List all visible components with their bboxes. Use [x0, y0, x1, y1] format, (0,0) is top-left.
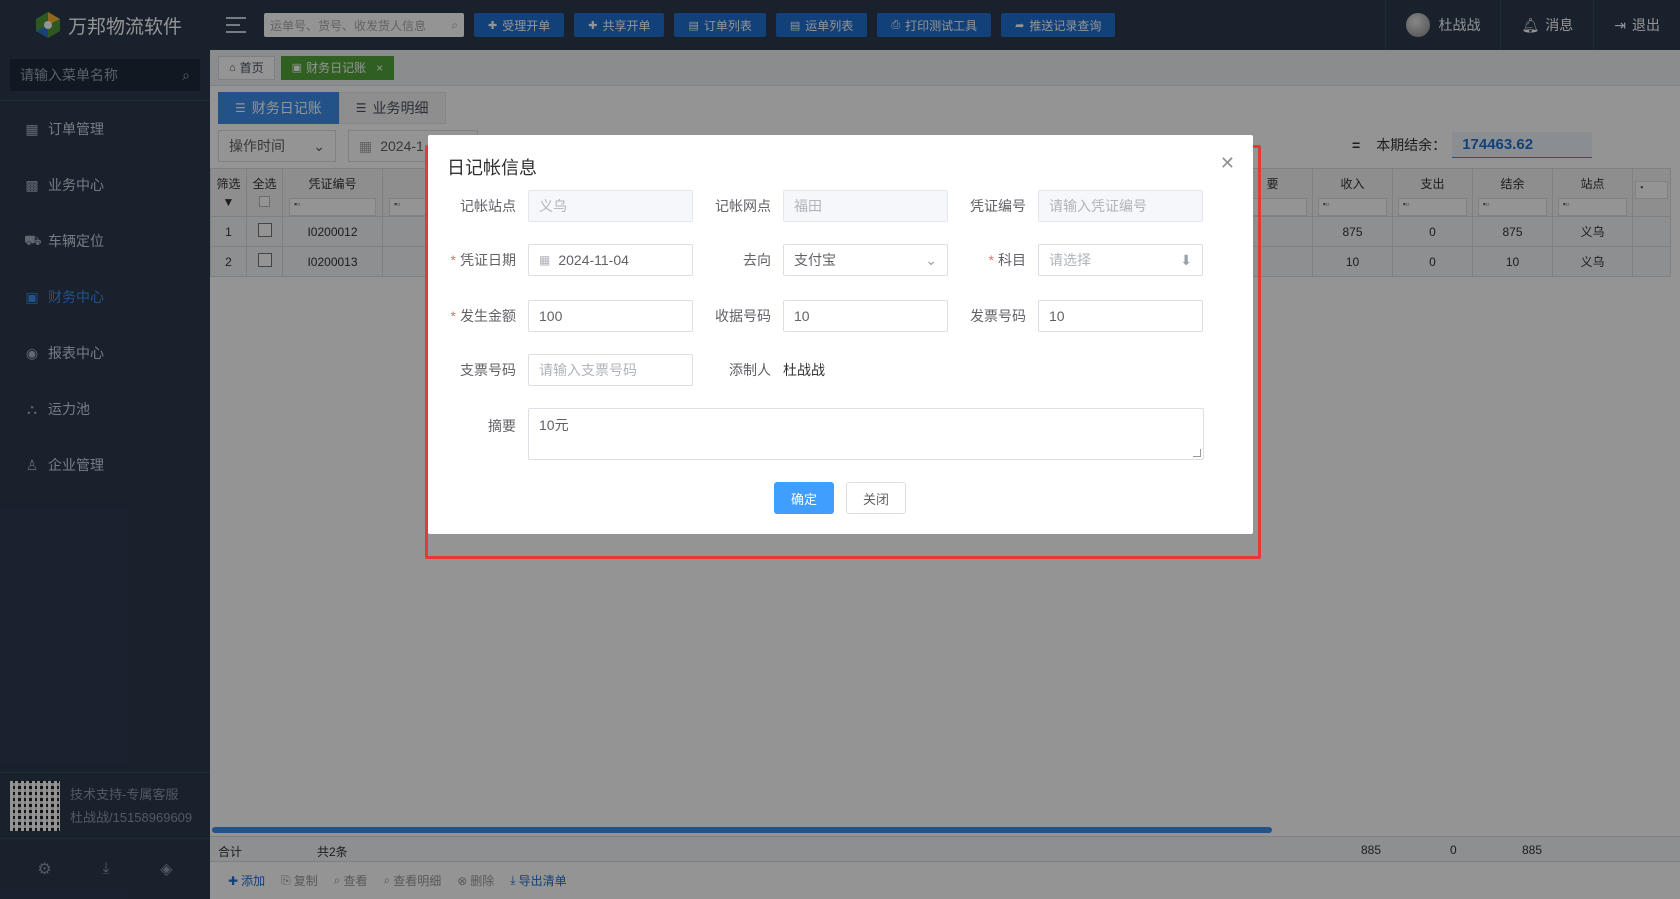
close-icon[interactable]: ✕: [1220, 153, 1235, 174]
confirm-button[interactable]: 确定: [774, 482, 834, 514]
journal-entry-dialog: 日记帐信息 ✕ 记帐站点 义乌 记帐网点 福田 凭证编号 请输入凭证编号 * 凭证…: [428, 135, 1253, 534]
outlet-field[interactable]: 福田: [783, 190, 948, 222]
receipt-no-input[interactable]: 10: [783, 300, 948, 332]
voucher-date-picker[interactable]: ▦ 2024-11-04: [528, 244, 693, 276]
dialog-title: 日记帐信息: [447, 158, 537, 178]
cheque-no-input[interactable]: 请输入支票号码: [528, 354, 693, 386]
chevron-down-icon: ⌄: [925, 251, 937, 268]
subject-select[interactable]: 请选择 ⬇: [1038, 244, 1203, 276]
direction-select[interactable]: 支付宝 ⌄: [783, 244, 948, 276]
close-button[interactable]: 关闭: [846, 482, 906, 514]
invoice-no-input[interactable]: 10: [1038, 300, 1203, 332]
creator-value: 杜战战: [783, 362, 825, 378]
arrow-down-icon: ⬇: [1180, 251, 1192, 268]
calendar-icon: ▦: [539, 253, 551, 267]
summary-textarea[interactable]: 10元: [528, 408, 1204, 460]
voucher-no-field[interactable]: 请输入凭证编号: [1038, 190, 1203, 222]
station-field[interactable]: 义乌: [528, 190, 693, 222]
amount-input[interactable]: 100: [528, 300, 693, 332]
